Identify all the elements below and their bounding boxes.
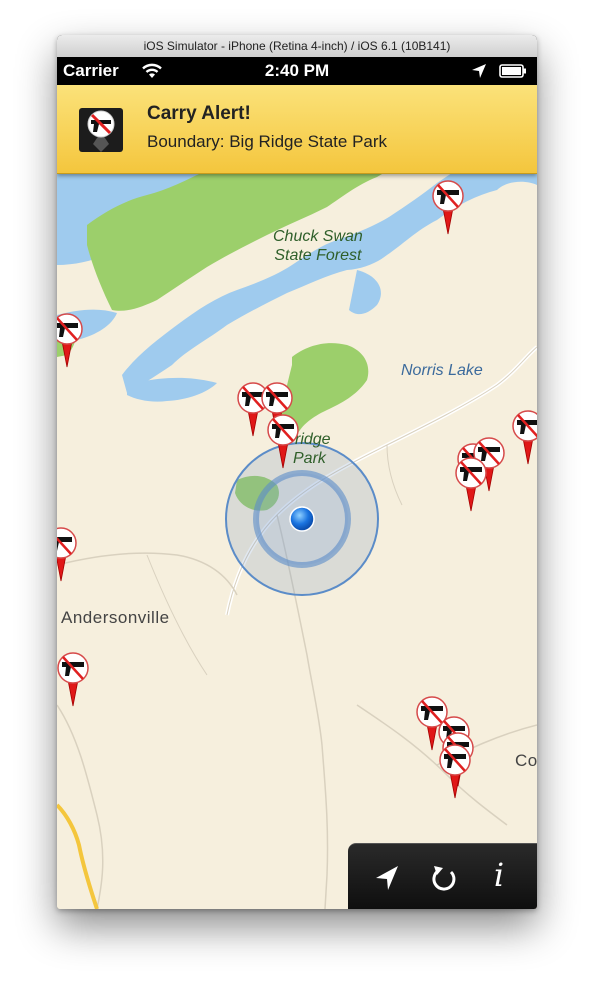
lake-label: Norris Lake	[401, 362, 483, 379]
battery-icon	[499, 64, 526, 78]
refresh-icon[interactable]	[424, 858, 464, 898]
map-toolbar: i	[348, 843, 537, 909]
town-label-bottom: kell	[57, 907, 85, 909]
alert-message: Boundary: Big Ridge State Park	[147, 132, 388, 151]
no-carry-zone-pin-icon[interactable]	[57, 313, 84, 369]
status-time: 2:40 PM	[264, 61, 330, 80]
location-arrow-icon[interactable]	[368, 858, 408, 898]
no-carry-zone-pin-icon[interactable]	[511, 410, 537, 466]
info-button[interactable]: i	[484, 856, 514, 894]
no-carry-zone-pin-icon[interactable]	[438, 744, 472, 800]
no-carry-zone-pin-icon[interactable]	[57, 652, 90, 708]
no-carry-zone-pin-icon[interactable]	[266, 414, 300, 470]
simulator-window: iOS Simulator - iPhone (Retina 4-inch) /…	[57, 35, 537, 909]
status-bar: Carrier 2:40 PM	[57, 57, 537, 85]
location-services-icon	[472, 64, 486, 78]
map-view[interactable]: Chuck Swan State Forest Norris Lake ridg…	[57, 85, 537, 909]
town-label-right: Co	[515, 751, 537, 770]
park-label-part1: ridge	[295, 431, 331, 448]
town-label: Andersonville	[61, 608, 170, 627]
alert-title: Carry Alert!	[147, 103, 251, 124]
no-carry-zone-pin-icon[interactable]	[431, 180, 465, 236]
forest-label: Chuck Swan State Forest	[273, 228, 363, 264]
carry-alert-banner[interactable]: Carry Alert! Boundary: Big Ridge State P…	[57, 85, 537, 174]
window-title: iOS Simulator - iPhone (Retina 4-inch) /…	[57, 35, 537, 58]
no-gun-app-icon	[79, 108, 123, 152]
no-carry-zone-pin-icon[interactable]	[454, 457, 488, 513]
no-carry-zone-pin-icon[interactable]	[57, 527, 78, 583]
